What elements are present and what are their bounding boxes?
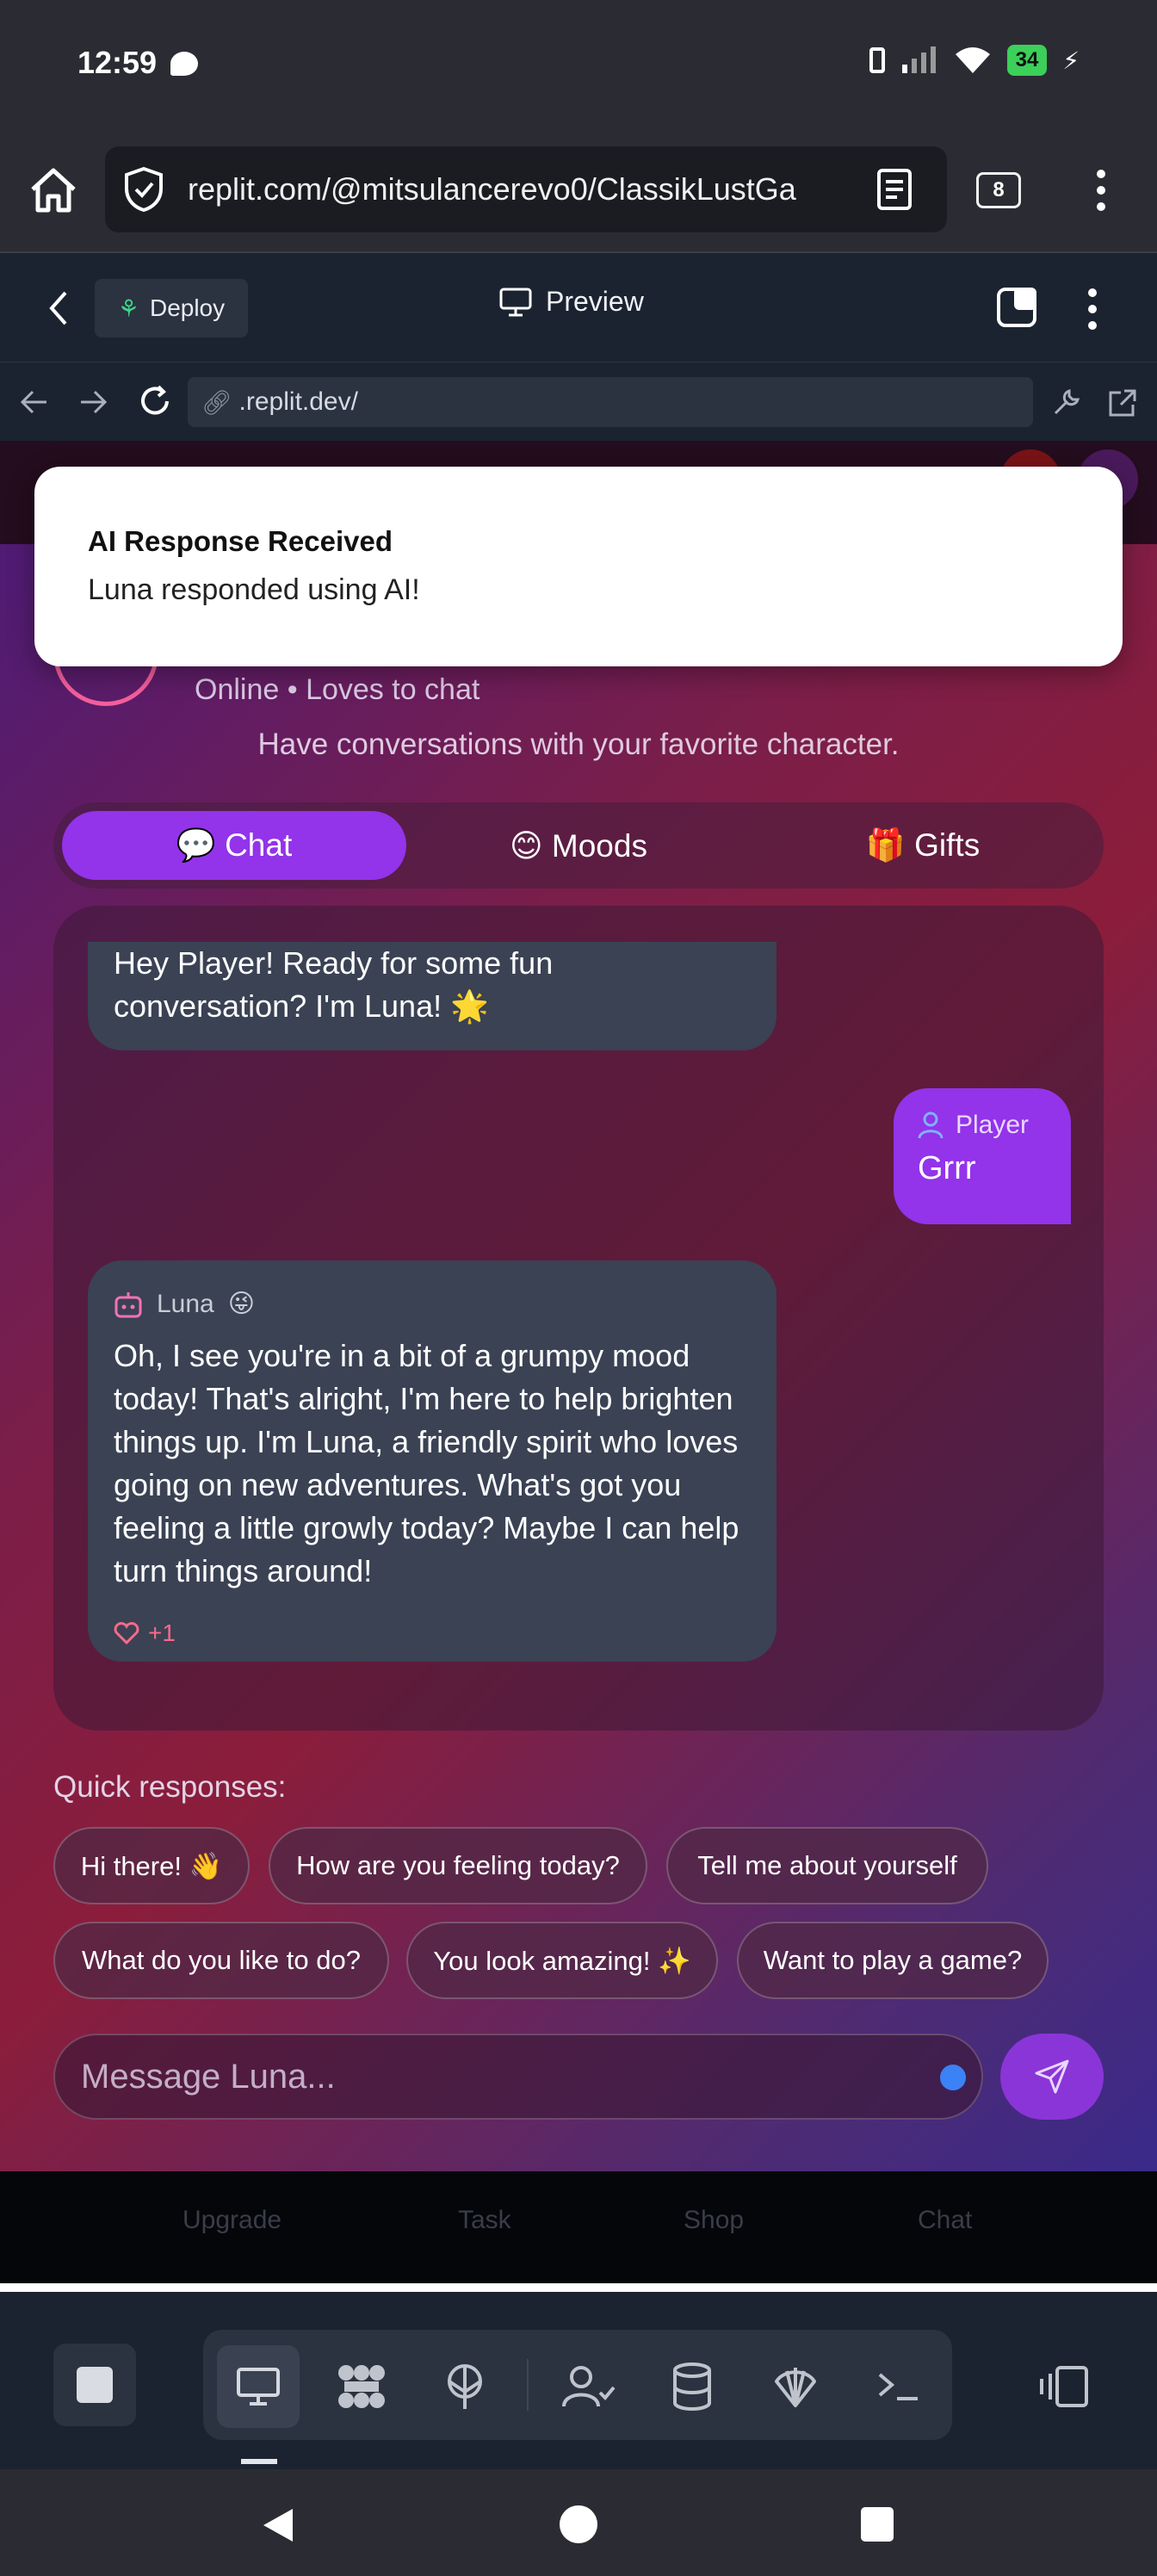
deploy-button[interactable]: ⚘ Deploy xyxy=(95,279,248,337)
shell-icon xyxy=(775,2368,816,2407)
stop-icon xyxy=(77,2367,113,2403)
toast-title: AI Response Received xyxy=(88,525,393,557)
status-icons: 34 ⚡ xyxy=(869,45,1080,76)
send-button[interactable] xyxy=(1000,2034,1104,2120)
mood-emoji: 😜 xyxy=(227,1290,256,1318)
url-text: replit.com/@mitsulancerevo0/ClassikLustG… xyxy=(188,171,796,207)
battery-level: 34 xyxy=(1006,45,1048,76)
shell-tool-button[interactable] xyxy=(857,2345,940,2428)
charging-icon: ⚡ xyxy=(1062,46,1080,74)
agent-icon xyxy=(338,2365,385,2408)
nav-back-icon[interactable] xyxy=(19,389,48,415)
chat-message-bot: Hey Player! Ready for some fun conversat… xyxy=(88,942,776,1050)
divider xyxy=(0,2283,1157,2292)
shield-check-icon[interactable] xyxy=(122,166,165,213)
database-tool-button[interactable] xyxy=(651,2345,733,2428)
deploy-label: Deploy xyxy=(149,294,226,321)
app-bottom-nav xyxy=(0,2171,1157,2283)
nav-task[interactable]: Task xyxy=(458,2206,511,2235)
layout-icon xyxy=(1040,2366,1088,2407)
page-subtitle: Have conversations with your favorite ch… xyxy=(257,728,900,761)
preview-tool-button[interactable] xyxy=(217,2345,300,2428)
deployments-tool-button[interactable] xyxy=(424,2345,506,2428)
message-text: Grrr xyxy=(918,1150,976,1186)
message-sender: Player xyxy=(956,1111,1030,1139)
recents-icon[interactable] xyxy=(861,2507,894,2542)
quick-response-chip[interactable]: How are you feeling today? xyxy=(269,1827,647,1904)
nav-forward-icon[interactable] xyxy=(79,389,108,415)
tab-bar: 💬 Chat 😊 Moods 🎁 Gifts xyxy=(53,802,1104,889)
message-text: Hey Player! Ready for some fun conversat… xyxy=(114,945,554,1024)
user-icon xyxy=(918,1112,944,1139)
chat-message-bot: Luna 😜 Oh, I see you're in a bit of a gr… xyxy=(88,1260,776,1662)
status-time: 12:59 xyxy=(77,45,158,80)
link-icon: 🔗︎ xyxy=(201,388,232,416)
bot-icon xyxy=(114,1292,142,1318)
like-reaction[interactable]: +1 xyxy=(114,1612,751,1655)
quick-response-chip[interactable]: You look amazing! ✨ xyxy=(406,1922,718,1999)
send-icon xyxy=(1035,2059,1069,2094)
character-status: Online • Loves to chat xyxy=(195,673,480,706)
home-icon[interactable] xyxy=(28,165,79,215)
status-dot-icon xyxy=(940,2065,966,2090)
address-bar[interactable]: replit.com/@mitsulancerevo0/ClassikLustG… xyxy=(105,146,947,232)
back-chevron-icon[interactable] xyxy=(46,289,71,327)
quick-response-chip[interactable]: What do you like to do? xyxy=(53,1922,389,1999)
monitor-icon xyxy=(499,288,532,316)
quick-response-chip[interactable]: Hi there! 👋 xyxy=(53,1827,250,1904)
message-sender: Luna xyxy=(157,1290,214,1318)
message-header: Player xyxy=(918,1111,1047,1140)
signal-icon xyxy=(901,46,936,73)
devtools-wrench-icon[interactable] xyxy=(1050,386,1083,418)
message-notification-icon xyxy=(170,52,198,76)
message-input[interactable]: Message Luna... xyxy=(53,2034,983,2120)
layout-tool-button[interactable] xyxy=(1023,2345,1105,2428)
message-text: Oh, I see you're in a bit of a grumpy mo… xyxy=(114,1338,739,1588)
security-tool-button[interactable] xyxy=(754,2345,837,2428)
toast-notification: AI Response Received Luna responded usin… xyxy=(34,467,1123,666)
active-tool-indicator xyxy=(241,2459,277,2464)
quick-responses-label: Quick responses: xyxy=(53,1770,287,1804)
nav-upgrade[interactable]: Upgrade xyxy=(183,2206,282,2235)
toast-body: Luna responded using AI! xyxy=(88,573,420,606)
home-button-icon[interactable] xyxy=(560,2505,597,2543)
quick-response-chip[interactable]: Want to play a game? xyxy=(737,1922,1049,1999)
chat-message-player: Player Grrr xyxy=(894,1088,1071,1224)
like-count: +1 xyxy=(148,1619,176,1646)
preview-label: Preview xyxy=(546,286,644,317)
browser-menu-icon[interactable] xyxy=(1095,169,1107,212)
deploy-icon: ⚘ xyxy=(117,294,139,322)
user-check-icon xyxy=(562,2366,616,2407)
auth-tool-button[interactable] xyxy=(548,2345,630,2428)
open-external-icon[interactable] xyxy=(1107,387,1138,418)
tab-count-button[interactable]: 8 xyxy=(976,172,1021,208)
monitor-icon xyxy=(237,2368,280,2406)
tab-gifts[interactable]: 🎁 Gifts xyxy=(751,811,1095,880)
replit-menu-icon[interactable] xyxy=(1086,288,1098,331)
tab-moods[interactable]: 😊 Moods xyxy=(406,811,751,880)
agent-tool-button[interactable] xyxy=(320,2345,403,2428)
deploy-icon xyxy=(448,2364,482,2409)
message-header: Luna 😜 xyxy=(114,1283,751,1326)
quick-response-chip[interactable]: Tell me about yourself xyxy=(666,1827,988,1904)
tab-chat[interactable]: 💬 Chat xyxy=(62,811,406,880)
reader-mode-icon[interactable] xyxy=(876,168,913,211)
reload-icon[interactable] xyxy=(138,384,172,418)
vibrate-icon xyxy=(869,47,885,73)
toolbar-separator xyxy=(527,2359,529,2411)
preview-url-field[interactable]: 🔗︎ .replit.dev/ xyxy=(188,377,1033,427)
heart-icon xyxy=(114,1622,139,1644)
nav-shop[interactable]: Shop xyxy=(684,2206,744,2235)
pane-toggle-icon[interactable] xyxy=(997,288,1036,327)
database-icon xyxy=(673,2362,711,2411)
nav-chat[interactable]: Chat xyxy=(918,2206,972,2235)
wifi-icon xyxy=(955,47,990,73)
preview-url-text: .replit.dev/ xyxy=(238,387,358,416)
terminal-icon xyxy=(878,2373,918,2400)
stop-button[interactable] xyxy=(53,2344,136,2426)
back-icon[interactable] xyxy=(260,2505,296,2545)
preview-title: Preview xyxy=(499,286,644,318)
